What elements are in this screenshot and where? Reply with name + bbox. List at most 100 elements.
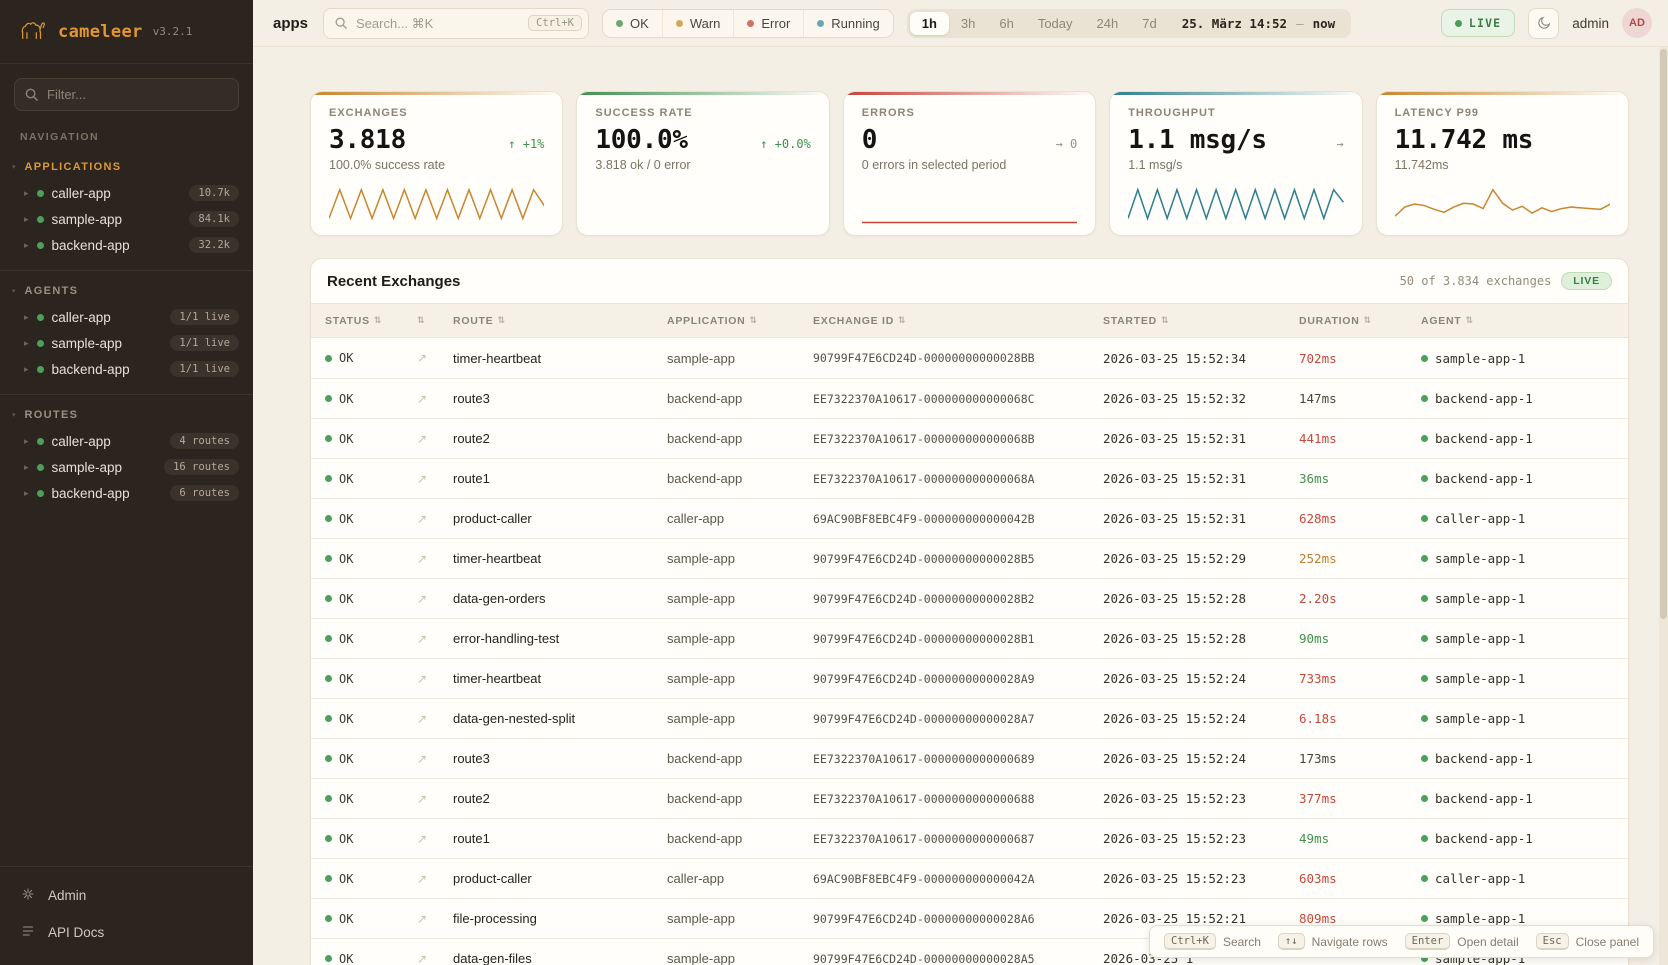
- status-label: OK: [339, 472, 353, 486]
- table-row[interactable]: OK↗route3backend-appEE7322370A10617-0000…: [311, 378, 1628, 418]
- table-row[interactable]: OK↗product-callercaller-app69AC90BF8EBC4…: [311, 498, 1628, 538]
- started-cell: 2026-03-25 15:52:21: [1103, 911, 1299, 926]
- section-header-routes[interactable]: ▾ROUTES: [0, 403, 253, 428]
- table-row[interactable]: OK↗data-gen-nested-splitsample-app90799F…: [311, 698, 1628, 738]
- table-row[interactable]: OK↗route2backend-appEE7322370A10617-0000…: [311, 418, 1628, 458]
- open-detail-cell: ↗: [417, 872, 453, 886]
- table-row[interactable]: OK↗route2backend-appEE7322370A10617-0000…: [311, 778, 1628, 818]
- avatar[interactable]: AD: [1622, 8, 1652, 38]
- column-header-duration[interactable]: DURATION⇅: [1299, 315, 1421, 327]
- sort-icon: ⇅: [417, 316, 425, 326]
- time-range-6h[interactable]: 6h: [987, 12, 1025, 35]
- sidebar-item-applications-backend-app[interactable]: ▸backend-app32.2k: [0, 232, 253, 258]
- status-filter-warn[interactable]: Warn: [662, 10, 734, 37]
- scrollbar[interactable]: [1659, 47, 1668, 965]
- agent-cell: backend-app-1: [1421, 431, 1614, 446]
- time-range-24h[interactable]: 24h: [1085, 12, 1131, 35]
- external-link-icon[interactable]: ↗: [417, 792, 427, 806]
- external-link-icon[interactable]: ↗: [417, 472, 427, 486]
- application-cell: sample-app: [667, 951, 813, 965]
- time-range-today[interactable]: Today: [1026, 12, 1085, 35]
- status-filter-error[interactable]: Error: [733, 10, 803, 37]
- route-cell: route3: [453, 391, 667, 406]
- time-range-display: 25. März 14:52 — now: [1169, 16, 1348, 31]
- table-row[interactable]: OK↗timer-heartbeatsample-app90799F47E6CD…: [311, 658, 1628, 698]
- sidebar-item-agents-sample-app[interactable]: ▸sample-app1/1 live: [0, 330, 253, 356]
- status-filter-ok[interactable]: OK: [603, 10, 662, 37]
- item-count-badge: 10.7k: [189, 185, 239, 201]
- external-link-icon[interactable]: ↗: [417, 592, 427, 606]
- time-range-1h[interactable]: 1h: [910, 12, 949, 35]
- time-range-7d[interactable]: 7d: [1130, 12, 1168, 35]
- external-link-icon[interactable]: ↗: [417, 712, 427, 726]
- duration-cell: 6.18s: [1299, 711, 1421, 726]
- table-row[interactable]: OK↗data-gen-orderssample-app90799F47E6CD…: [311, 578, 1628, 618]
- stat-subtitle: 0 errors in selected period: [862, 158, 1077, 172]
- status-filter-group: OKWarnErrorRunning: [602, 9, 894, 38]
- live-toggle-button[interactable]: LIVE: [1441, 9, 1515, 37]
- external-link-icon[interactable]: ↗: [417, 872, 427, 886]
- scrollbar-thumb[interactable]: [1660, 49, 1667, 619]
- external-link-icon[interactable]: ↗: [417, 512, 427, 526]
- sidebar-item-routes-backend-app[interactable]: ▸backend-app6 routes: [0, 480, 253, 506]
- status-dot-icon: [747, 20, 754, 27]
- table-row[interactable]: OK↗route1backend-appEE7322370A10617-0000…: [311, 818, 1628, 858]
- application-cell: backend-app: [667, 391, 813, 406]
- hint-close-panel: EscClose panel: [1536, 933, 1639, 950]
- column-header-expand[interactable]: ⇅: [417, 316, 453, 326]
- sidebar-item-applications-caller-app[interactable]: ▸caller-app10.7k: [0, 180, 253, 206]
- filter-input[interactable]: [14, 78, 239, 111]
- agent-cell: sample-app-1: [1421, 711, 1614, 726]
- table-row[interactable]: OK↗timer-heartbeatsample-app90799F47E6CD…: [311, 338, 1628, 378]
- external-link-icon[interactable]: ↗: [417, 832, 427, 846]
- column-header-application[interactable]: APPLICATION⇅: [667, 315, 813, 327]
- agent-cell: sample-app-1: [1421, 911, 1614, 926]
- user-name: admin: [1572, 16, 1609, 31]
- table-row[interactable]: OK↗route3backend-appEE7322370A10617-0000…: [311, 738, 1628, 778]
- stat-cards-row: EXCHANGES3.818↑ +1%100.0% success rateSU…: [310, 91, 1629, 236]
- time-range-3h[interactable]: 3h: [949, 12, 987, 35]
- section-header-applications[interactable]: ▾APPLICATIONS: [0, 155, 253, 180]
- theme-toggle-button[interactable]: [1528, 8, 1559, 39]
- sidebar-item-admin[interactable]: Admin: [0, 877, 253, 914]
- table-row[interactable]: OK↗error-handling-testsample-app90799F47…: [311, 618, 1628, 658]
- sidebar-item-agents-caller-app[interactable]: ▸caller-app1/1 live: [0, 304, 253, 330]
- column-header-exchange-id[interactable]: EXCHANGE ID⇅: [813, 315, 1103, 327]
- stat-label: SUCCESS RATE: [595, 107, 810, 119]
- open-detail-cell: ↗: [417, 672, 453, 686]
- external-link-icon[interactable]: ↗: [417, 752, 427, 766]
- table-row[interactable]: OK↗route1backend-appEE7322370A10617-0000…: [311, 458, 1628, 498]
- item-name: caller-app: [52, 434, 111, 449]
- external-link-icon[interactable]: ↗: [417, 351, 427, 365]
- column-header-agent[interactable]: AGENT⇅: [1421, 315, 1614, 327]
- external-link-icon[interactable]: ↗: [417, 432, 427, 446]
- sidebar-item-api-docs[interactable]: API Docs: [0, 914, 253, 951]
- external-link-icon[interactable]: ↗: [417, 392, 427, 406]
- status-cell: OK: [325, 952, 417, 965]
- column-header-route[interactable]: ROUTE⇅: [453, 315, 667, 327]
- sidebar-item-routes-caller-app[interactable]: ▸caller-app4 routes: [0, 428, 253, 454]
- status-label: OK: [339, 351, 353, 365]
- sparkline-chart: [1128, 181, 1343, 225]
- table-row[interactable]: OK↗timer-heartbeatsample-app90799F47E6CD…: [311, 538, 1628, 578]
- search-input[interactable]: [356, 16, 520, 31]
- column-header-started[interactable]: STARTED⇅: [1103, 315, 1299, 327]
- external-link-icon[interactable]: ↗: [417, 912, 427, 926]
- table-row[interactable]: OK↗product-callercaller-app69AC90BF8EBC4…: [311, 858, 1628, 898]
- sidebar-item-agents-backend-app[interactable]: ▸backend-app1/1 live: [0, 356, 253, 382]
- sidebar-item-routes-sample-app[interactable]: ▸sample-app16 routes: [0, 454, 253, 480]
- route-cell: error-handling-test: [453, 631, 667, 646]
- section-header-agents[interactable]: ▾AGENTS: [0, 279, 253, 304]
- search-box[interactable]: Ctrl+K: [323, 8, 589, 39]
- status-dot-icon: [37, 190, 44, 197]
- external-link-icon[interactable]: ↗: [417, 552, 427, 566]
- ok-status-dot-icon: [325, 515, 332, 522]
- external-link-icon[interactable]: ↗: [417, 672, 427, 686]
- column-header-status[interactable]: STATUS⇅: [325, 315, 417, 327]
- external-link-icon[interactable]: ↗: [417, 952, 427, 965]
- open-detail-cell: ↗: [417, 432, 453, 446]
- status-filter-running[interactable]: Running: [803, 10, 892, 37]
- sidebar-item-applications-sample-app[interactable]: ▸sample-app84.1k: [0, 206, 253, 232]
- external-link-icon[interactable]: ↗: [417, 632, 427, 646]
- status-cell: OK: [325, 672, 417, 686]
